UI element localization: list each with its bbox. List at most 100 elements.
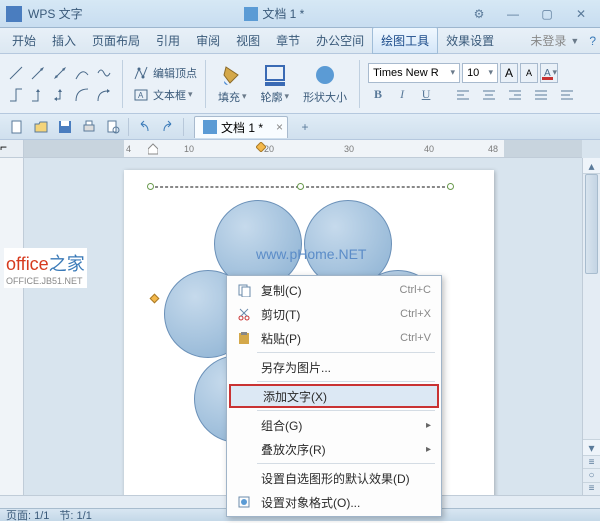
ctx-paste[interactable]: 粘贴(P) Ctrl+V [229, 326, 439, 350]
print-button[interactable] [78, 117, 100, 137]
doc-tab-close-icon[interactable]: × [276, 120, 283, 134]
menu-pagelayout[interactable]: 页面布局 [84, 28, 148, 53]
quick-access-toolbar: 文档 1 * × + [0, 114, 600, 140]
align-right-button[interactable] [504, 85, 526, 105]
ctx-save-as-image[interactable]: 另存为图片... [229, 355, 439, 379]
save-button[interactable] [54, 117, 76, 137]
align-distribute-button[interactable] [556, 85, 578, 105]
ribbon-sep [205, 60, 206, 108]
app-icon [6, 6, 22, 22]
ribbon-sep [122, 60, 123, 108]
maximize-button[interactable]: ▢ [534, 5, 560, 23]
freeform-tool[interactable] [94, 63, 114, 83]
menu-view[interactable]: 视图 [228, 28, 268, 53]
menu-effects[interactable]: 效果设置 [438, 28, 502, 53]
ruler-corner: ⌐ [0, 140, 24, 158]
format-icon [233, 495, 255, 509]
login-status[interactable]: 未登录 [530, 32, 566, 49]
arrow-tool[interactable] [28, 63, 48, 83]
line-tool[interactable] [6, 63, 26, 83]
horizontal-ruler[interactable]: 4 10 20 30 40 48 [24, 140, 582, 158]
close-button[interactable]: ✕ [568, 5, 594, 23]
undo-button[interactable] [133, 117, 155, 137]
ribbon: 编辑顶点 A文本框▾ 填充▾ 轮廓▾ 形状大小 Times New R▾ 10▾… [0, 54, 600, 114]
scroll-thumb[interactable] [585, 174, 598, 274]
menu-start[interactable]: 开始 [4, 28, 44, 53]
ctx-format-object[interactable]: 设置对象格式(O)... [229, 490, 439, 514]
doc-title-text: 文档 1 * [262, 5, 304, 22]
prev-page-nav-icon[interactable]: ≡ [583, 455, 600, 468]
font-size-select[interactable]: 10▾ [462, 63, 498, 83]
redo-button[interactable] [157, 117, 179, 137]
italic-button[interactable]: I [392, 85, 412, 105]
ctx-set-default[interactable]: 设置自选图形的默认效果(D) [229, 466, 439, 490]
menu-bar: 开始 插入 页面布局 引用 审阅 视图 章节 办公空间 绘图工具 效果设置 未登… [0, 28, 600, 54]
ctx-separator [257, 463, 435, 464]
settings-icon[interactable]: ⚙ [466, 5, 492, 23]
scroll-down-icon[interactable]: ▾ [583, 439, 600, 455]
vertical-scrollbar[interactable]: ▴ ▾ ≡ ○ ≡ [582, 158, 600, 495]
font-color-button[interactable]: A▾ [540, 63, 558, 83]
textbox-button[interactable]: 文本框 [153, 87, 186, 103]
ctx-order[interactable]: 叠放次序(R) ▸ [229, 437, 439, 461]
align-left-button[interactable] [452, 85, 474, 105]
browse-object-icon[interactable]: ○ [583, 468, 600, 481]
curve-connector-tool[interactable] [72, 85, 92, 105]
textbox-dropdown-icon[interactable]: ▾ [188, 89, 193, 100]
outline-icon [263, 63, 287, 87]
menu-drawtools[interactable]: 绘图工具 [372, 27, 438, 54]
tab-marker-icon[interactable] [256, 142, 266, 152]
ctx-separator [257, 352, 435, 353]
fill-icon [220, 63, 244, 87]
shape-size-button[interactable]: 形状大小 [299, 61, 351, 107]
print-preview-button[interactable] [102, 117, 124, 137]
underline-button[interactable]: U [416, 85, 436, 105]
fill-button[interactable]: 填充▾ [214, 61, 251, 107]
curve-tool[interactable] [72, 63, 92, 83]
title-doc: 文档 1 * [83, 5, 466, 22]
curve-connector-arrow-tool[interactable] [94, 85, 114, 105]
shape-size-icon [313, 63, 337, 87]
add-tab-button[interactable]: + [294, 117, 316, 137]
connector-tool[interactable] [6, 85, 26, 105]
login-dropdown-icon[interactable]: ▼ [570, 36, 579, 46]
watermark-phome: www.pHome.NET [256, 246, 366, 262]
watermark-office: office之家 OFFICE.JB51.NET [4, 248, 87, 288]
bold-button[interactable]: B [368, 85, 388, 105]
ctx-group[interactable]: 组合(G) ▸ [229, 413, 439, 437]
menu-review[interactable]: 审阅 [188, 28, 228, 53]
vertical-ruler[interactable] [0, 158, 24, 495]
align-justify-button[interactable] [530, 85, 552, 105]
submenu-arrow-icon: ▸ [426, 444, 431, 455]
edit-vertex-icon [131, 63, 151, 83]
app-name: WPS 文字 [28, 5, 83, 22]
scroll-up-icon[interactable]: ▴ [583, 158, 600, 174]
edit-vertex-button[interactable]: 编辑顶点 [153, 65, 197, 81]
ctx-cut[interactable]: 剪切(T) Ctrl+X [229, 302, 439, 326]
minimize-button[interactable]: — [500, 5, 526, 23]
connector-double-tool[interactable] [50, 85, 70, 105]
indent-marker-icon[interactable] [148, 142, 158, 156]
title-bar: WPS 文字 文档 1 * ⚙ — ▢ ✕ [0, 0, 600, 28]
ctx-copy[interactable]: 复制(C) Ctrl+C [229, 278, 439, 302]
connector-arrow-tool[interactable] [28, 85, 48, 105]
next-page-nav-icon[interactable]: ≡ [583, 482, 600, 495]
menu-insert[interactable]: 插入 [44, 28, 84, 53]
font-decrease-button[interactable]: A [520, 63, 538, 83]
help-button[interactable]: ? [589, 34, 596, 48]
doc-tab-icon [203, 120, 217, 134]
double-arrow-tool[interactable] [50, 63, 70, 83]
menu-chapter[interactable]: 章节 [268, 28, 308, 53]
outline-button[interactable]: 轮廓▾ [257, 61, 294, 107]
ctx-separator [257, 410, 435, 411]
menu-references[interactable]: 引用 [148, 28, 188, 53]
document-tab[interactable]: 文档 1 * × [194, 116, 288, 138]
ctx-add-text[interactable]: 添加文字(X) [229, 384, 439, 408]
font-increase-button[interactable]: A [500, 63, 518, 83]
align-center-button[interactable] [478, 85, 500, 105]
menu-office[interactable]: 办公空间 [308, 28, 372, 53]
open-button[interactable] [30, 117, 52, 137]
new-doc-button[interactable] [6, 117, 28, 137]
font-name-select[interactable]: Times New R▾ [368, 63, 460, 83]
textbox-icon: A [131, 85, 151, 105]
